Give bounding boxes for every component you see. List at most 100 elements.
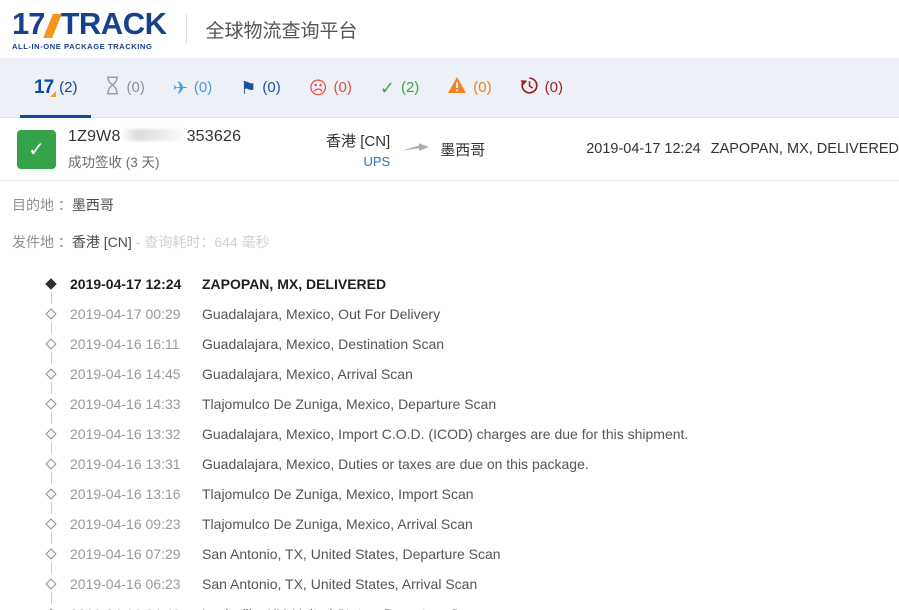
event-time: 2019-04-16 13:31 [70, 456, 181, 472]
carrier-link[interactable]: UPS [280, 154, 390, 169]
event-desc: Tlajomulco De Zuniga, Mexico, Import Sca… [202, 486, 474, 502]
event-desc: Tlajomulco De Zuniga, Mexico, Arrival Sc… [202, 516, 473, 532]
event-desc: Guadalajara, Mexico, Duties or taxes are… [202, 456, 589, 472]
timeline-diamond-icon [32, 479, 70, 514]
event-time: 2019-04-16 09:23 [70, 516, 181, 532]
timeline-event: 2019-04-16 07:29 San Antonio, TX, United… [12, 539, 899, 574]
tracking-number: 1Z9W8 353626 [68, 127, 242, 145]
timeline-event: 2019-04-17 00:29 Guadalajara, Mexico, Ou… [12, 299, 899, 334]
delivered-status-icon: ✓ [17, 129, 56, 169]
logo-track-text: TRACK [60, 5, 167, 41]
event-desc: Louisville, KY, United States, Departure… [202, 606, 482, 610]
history-icon [520, 76, 539, 100]
redaction-blur [120, 128, 187, 141]
tab-alert[interactable]: (0) [433, 58, 505, 118]
tab-alert-count: (0) [473, 79, 492, 96]
tab-not-found[interactable]: (0) [91, 58, 158, 118]
origin-value: 香港 [CN] [71, 234, 132, 250]
sad-face-icon: ☹ [308, 77, 328, 98]
latest-event-time: 2019-04-17 12:24 [586, 141, 701, 157]
tab-in-transit-count: (0) [193, 79, 213, 96]
tab-undelivered-count: (0) [333, 79, 352, 96]
tab-pick-up[interactable]: ⚑ (0) [226, 58, 294, 118]
timeline-diamond-icon [32, 569, 70, 604]
timeline-diamond-icon [32, 599, 70, 610]
timeline-event: 2019-04-16 09:23 Tlajomulco De Zuniga, M… [12, 509, 899, 544]
tab-delivered-count: (2) [400, 79, 420, 96]
logo-tagline: ALL-IN-ONE PACKAGE TRACKING [12, 41, 153, 51]
tab-not-found-count: (0) [126, 79, 145, 96]
destination-row: 目的地 ：墨西哥 [12, 195, 899, 215]
hourglass-icon [105, 75, 120, 100]
timeline-diamond-icon [32, 389, 70, 424]
event-desc: Guadalajara, Mexico, Out For Delivery [202, 306, 441, 322]
tab-undelivered[interactable]: ☹ (0) [295, 58, 366, 118]
status-tabbar: 17 (2) (0) ✈ (0) ⚑ (0) ☹ (0) ✓ (2) (0) (… [0, 58, 899, 118]
event-desc: San Antonio, TX, United States, Departur… [202, 546, 501, 562]
event-time: 2019-04-16 14:33 [70, 396, 181, 412]
latest-event-status: ZAPOPAN, MX, DELIVERED [710, 141, 899, 157]
timeline-diamond-icon [32, 419, 70, 454]
event-desc: San Antonio, TX, United States, Arrival … [202, 576, 478, 592]
logo-17-text: 17 [12, 5, 45, 41]
timeline-diamond-icon [32, 539, 70, 574]
event-desc: Guadalajara, Mexico, Arrival Scan [202, 366, 413, 382]
tab-delivered[interactable]: ✓ (2) [366, 58, 433, 118]
tab-all[interactable]: 17 (2) [20, 58, 92, 118]
timeline-diamond-icon [32, 299, 70, 334]
timeline-event: 2019-04-16 04:49 Louisville, KY, United … [12, 599, 899, 610]
query-time: - 查询耗时：644 毫秒 [135, 234, 270, 250]
route: 香港 [CN] UPS 墨西哥 [280, 130, 560, 169]
event-time: 2019-04-16 04:49 [70, 606, 202, 610]
header-divider [186, 14, 188, 44]
timeline-diamond-icon [32, 329, 70, 364]
route-arrow-icon [402, 140, 430, 158]
tab-expired[interactable]: (0) [506, 58, 577, 118]
plane-icon: ✈ [172, 77, 188, 98]
timeline-diamond-icon [32, 449, 70, 484]
origin-location: 香港 [CN] [326, 132, 391, 150]
tab-all-count: (2) [59, 79, 78, 96]
event-time: 2019-04-16 13:32 [70, 426, 181, 442]
details-panel: 目的地 ：墨西哥 发件地 ：香港 [CN] - 查询耗时：644 毫秒 2019-… [0, 181, 899, 610]
timeline-diamond-icon [32, 509, 70, 544]
event-time: 2019-04-16 06:23 [70, 576, 181, 592]
timeline-event: 2019-04-16 14:33 Tlajomulco De Zuniga, M… [12, 389, 899, 424]
event-desc: Guadalajara, Mexico, Import C.O.D. (ICOD… [202, 426, 689, 442]
timeline-event: 2019-04-16 13:16 Tlajomulco De Zuniga, M… [12, 479, 899, 514]
timeline-event: 2019-04-16 13:32 Guadalajara, Mexico, Im… [12, 419, 899, 454]
timeline-event: 2019-04-16 13:31 Guadalajara, Mexico, Du… [12, 449, 899, 484]
17track-logo[interactable]: 17 TRACK ALL-IN-ONE PACKAGE TRACKING [12, 5, 167, 51]
event-desc: Guadalajara, Mexico, Destination Scan [202, 336, 445, 352]
timeline-event: 2019-04-16 14:45 Guadalajara, Mexico, Ar… [12, 359, 899, 394]
flag-icon: ⚑ [240, 77, 257, 98]
header: 17 TRACK ALL-IN-ONE PACKAGE TRACKING 全球物… [0, 0, 899, 58]
tracking-timeline: 2019-04-17 12:24 ZAPOPAN, MX, DELIVERED … [12, 269, 899, 610]
origin-label: 发件地 ： [12, 234, 72, 250]
event-time: 2019-04-16 13:16 [70, 486, 181, 502]
tab-in-transit[interactable]: ✈ (0) [159, 58, 226, 118]
destination-label: 目的地 ： [12, 197, 72, 213]
timeline-event: 2019-04-17 12:24 ZAPOPAN, MX, DELIVERED [12, 269, 899, 304]
page-title: 全球物流查询平台 [205, 20, 358, 42]
destination-location: 墨西哥 [440, 141, 486, 159]
origin-row: 发件地 ：香港 [CN] - 查询耗时：644 毫秒 [12, 232, 899, 252]
event-desc: Tlajomulco De Zuniga, Mexico, Departure … [202, 396, 497, 412]
timeline-event: 2019-04-16 06:23 San Antonio, TX, United… [12, 569, 899, 604]
status-summary: 成功签收 (3 天) [68, 154, 160, 170]
tab-pick-up-count: (0) [262, 79, 281, 96]
timeline-diamond-icon [32, 359, 70, 394]
package-summary-row[interactable]: ✓ 1Z9W8 353626 成功签收 (3 天) 香港 [CN] UPS 墨西哥… [0, 118, 899, 181]
event-time: 2019-04-17 00:29 [70, 306, 181, 322]
tab-expired-count: (0) [544, 79, 563, 96]
event-time: 2019-04-16 07:29 [70, 546, 181, 562]
timeline-event: 2019-04-16 16:11 Guadalajara, Mexico, De… [12, 329, 899, 364]
event-desc: ZAPOPAN, MX, DELIVERED [202, 276, 387, 292]
event-time: 2019-04-17 12:24 [70, 276, 182, 292]
17-logo-icon: 17 [34, 77, 57, 98]
event-time: 2019-04-16 16:11 [70, 336, 180, 352]
event-time: 2019-04-16 14:45 [70, 366, 181, 382]
timeline-diamond-icon [32, 269, 70, 304]
latest-event: 2019-04-17 12:24 ZAPOPAN, MX, DELIVERED [586, 141, 899, 157]
destination-value: 墨西哥 [71, 197, 114, 213]
